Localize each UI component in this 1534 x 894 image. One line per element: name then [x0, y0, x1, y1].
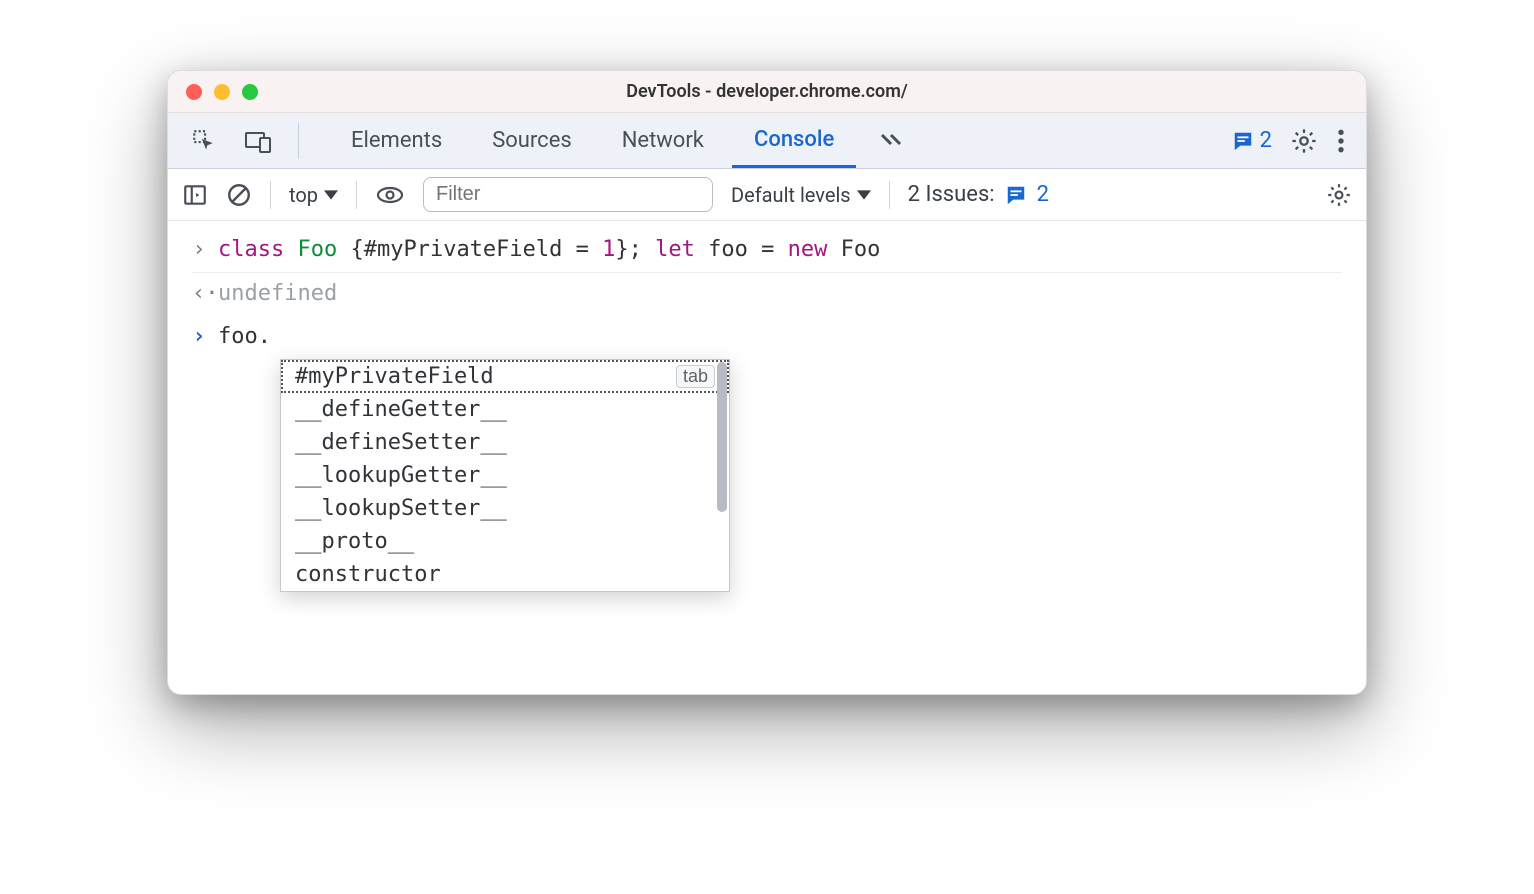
main-tabbar: Elements Sources Network Console 2 [168, 113, 1366, 169]
tabs: Elements Sources Network Console [329, 113, 856, 168]
chevron-left-icon: ‹· [192, 281, 206, 306]
tab-elements[interactable]: Elements [329, 113, 464, 168]
autocomplete-item-label: __proto__ [295, 529, 414, 554]
messages-chip[interactable]: 2 [1232, 128, 1272, 153]
console-settings-icon[interactable] [1326, 182, 1352, 208]
settings-icon[interactable] [1290, 127, 1318, 155]
separator [889, 181, 890, 209]
clear-console-icon[interactable] [226, 182, 252, 208]
context-label: top [289, 183, 318, 207]
console-prompt-text: foo. [218, 324, 271, 349]
more-tabs-icon[interactable] [866, 113, 918, 168]
messages-count: 2 [1260, 128, 1272, 153]
autocomplete-item[interactable]: __lookupGetter__ [281, 459, 729, 492]
console-row-input: › class Foo {#myPrivateField = 1}; let f… [192, 229, 1342, 273]
log-level-selector[interactable]: Default levels [731, 183, 871, 207]
toggle-sidebar-icon[interactable] [182, 182, 208, 208]
maximize-button[interactable] [242, 84, 258, 100]
autocomplete-item-label: #myPrivateField [295, 364, 494, 389]
devtools-window: DevTools - developer.chrome.com/ Element… [167, 70, 1367, 695]
issues-count: 2 [1037, 182, 1049, 207]
kebab-menu-icon[interactable] [1336, 128, 1346, 154]
chevron-right-icon: › [192, 237, 206, 262]
separator [356, 181, 357, 209]
autocomplete-item[interactable]: __proto__ [281, 525, 729, 558]
separator [270, 181, 271, 209]
console-body: › class Foo {#myPrivateField = 1}; let f… [168, 221, 1366, 694]
inspect-element-icon[interactable] [182, 113, 226, 168]
live-expression-icon[interactable] [375, 184, 405, 206]
autocomplete-item[interactable]: __lookupSetter__ [281, 492, 729, 525]
issues-chip[interactable]: 2 Issues: 2 [908, 182, 1049, 207]
autocomplete-item-label: __defineSetter__ [295, 430, 507, 455]
console-output: undefined [218, 281, 337, 306]
tab-network[interactable]: Network [600, 113, 726, 168]
device-toolbar-icon[interactable] [236, 113, 280, 168]
traffic-lights [186, 84, 258, 100]
context-selector[interactable]: top [289, 183, 338, 207]
autocomplete-item[interactable]: #myPrivateField tab [281, 360, 729, 393]
filter-input[interactable] [423, 177, 713, 212]
autocomplete-item-label: __lookupSetter__ [295, 496, 507, 521]
window-title: DevTools - developer.chrome.com/ [168, 81, 1366, 102]
issues-label: 2 Issues: [908, 182, 995, 207]
tab-sources[interactable]: Sources [470, 113, 594, 168]
autocomplete-item[interactable]: __defineSetter__ [281, 426, 729, 459]
console-toolbar: top Default levels 2 Issues: 2 [168, 169, 1366, 221]
separator [298, 123, 299, 159]
autocomplete-item-label: __lookupGetter__ [295, 463, 507, 488]
console-row-prompt[interactable]: › foo. [192, 316, 1342, 359]
chevron-right-icon: › [192, 324, 206, 349]
autocomplete-popup: #myPrivateField tab __defineGetter__ __d… [280, 359, 730, 592]
autocomplete-item-label: __defineGetter__ [295, 397, 507, 422]
titlebar: DevTools - developer.chrome.com/ [168, 71, 1366, 113]
close-button[interactable] [186, 84, 202, 100]
console-code-line: class Foo {#myPrivateField = 1}; let foo… [218, 237, 880, 262]
scrollbar[interactable] [717, 362, 727, 512]
autocomplete-item-label: constructor [295, 562, 441, 587]
minimize-button[interactable] [214, 84, 230, 100]
tab-hint: tab [676, 365, 715, 388]
autocomplete-item[interactable]: constructor [281, 558, 729, 591]
autocomplete-item[interactable]: __defineGetter__ [281, 393, 729, 426]
tab-console[interactable]: Console [732, 113, 856, 168]
log-level-label: Default levels [731, 183, 851, 207]
console-row-output: ‹· undefined [192, 273, 1342, 316]
